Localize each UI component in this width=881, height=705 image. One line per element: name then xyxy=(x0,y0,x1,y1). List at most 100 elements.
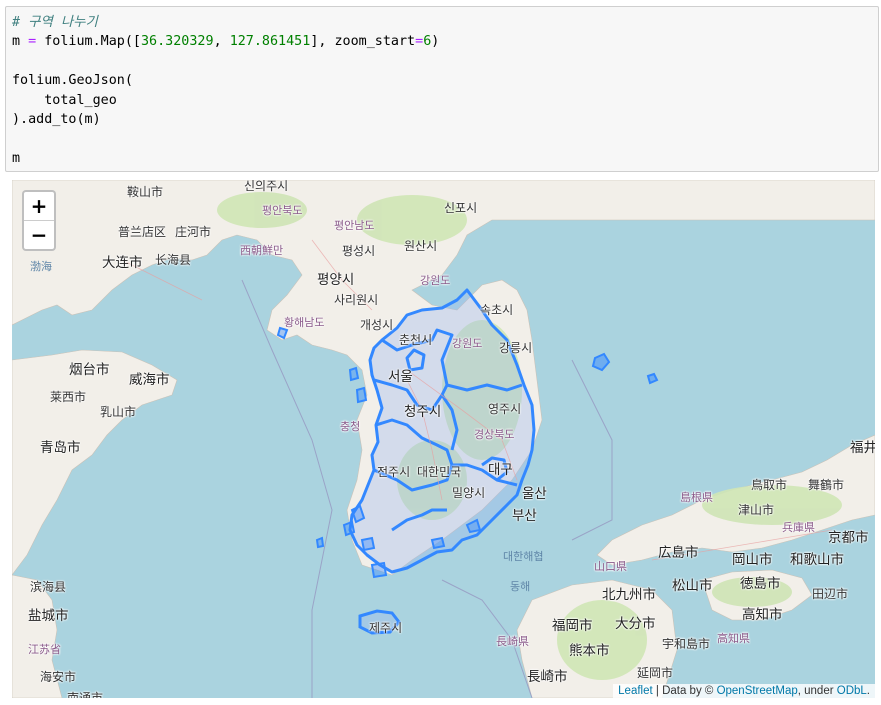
place-label: 대한해협 xyxy=(503,550,544,563)
place-label: 京都市 xyxy=(828,530,869,546)
place-label: 田辺市 xyxy=(812,587,849,601)
place-label: 長崎県 xyxy=(496,635,529,648)
code-token: m xyxy=(12,34,29,50)
leaflet-link[interactable]: Leaflet xyxy=(618,685,653,697)
place-label: 鳥取市 xyxy=(751,478,788,492)
place-label: 熊本市 xyxy=(569,643,610,659)
place-label: 충청 xyxy=(340,420,361,433)
place-label: 신포시 xyxy=(444,201,478,215)
place-label: 鞍山市 xyxy=(127,185,164,199)
place-label: 부산 xyxy=(512,508,537,524)
place-label: 영주시 xyxy=(488,402,522,416)
code-line: folium.GeoJson( xyxy=(12,71,439,90)
code-token: folium.GeoJson( xyxy=(12,73,133,89)
place-label: 乳山市 xyxy=(100,405,137,419)
place-label: 강릉시 xyxy=(499,341,533,355)
place-label: 青岛市 xyxy=(40,440,81,456)
place-label: 사리원시 xyxy=(334,293,379,307)
attribution: Leaflet | Data by © OpenStreetMap, under… xyxy=(613,684,875,698)
code-token: ], zoom_start xyxy=(310,34,416,50)
place-label: 제주시 xyxy=(369,621,403,635)
place-label: 庄河市 xyxy=(175,225,212,239)
place-label: 밀양시 xyxy=(452,486,486,500)
place-label: 개성시 xyxy=(360,318,394,332)
place-label: 長崎市 xyxy=(527,669,568,685)
zoom-out-button[interactable]: − xyxy=(24,221,54,249)
code-token: = xyxy=(28,34,37,50)
place-label: 전주시 xyxy=(377,465,411,479)
place-label: 울산 xyxy=(522,486,547,502)
place-label: 普兰店区 xyxy=(118,225,167,239)
code-token: , xyxy=(213,34,230,50)
place-label: 莱西市 xyxy=(50,390,87,404)
place-label: 长海县 xyxy=(155,253,192,267)
place-label: 평양시 xyxy=(317,272,355,288)
place-label: 경상북도 xyxy=(474,428,515,441)
code-line: # 구역 나누기 xyxy=(12,13,439,32)
place-label: 山口県 xyxy=(594,560,627,573)
code-line: ).add_to(m) xyxy=(12,110,439,129)
place-label: 원산시 xyxy=(404,239,438,253)
code-line: m = folium.Map([36.320329, 127.861451], … xyxy=(12,32,439,51)
place-label: 北九州市 xyxy=(602,587,656,603)
place-label: 烟台市 xyxy=(69,362,110,378)
place-label: 南通市 xyxy=(67,691,104,698)
place-label: 島根県 xyxy=(680,491,713,504)
code-token: folium.Map([ xyxy=(36,34,141,50)
place-label: 대구 xyxy=(488,462,513,478)
place-label: 신의주시 xyxy=(244,180,289,193)
code-token: ).add_to(m) xyxy=(12,112,101,128)
code-token: 127.861451 xyxy=(229,34,311,50)
place-label: 広島市 xyxy=(658,545,699,561)
place-label: 춘천시 xyxy=(399,333,433,347)
place-label: 岡山市 xyxy=(732,552,773,568)
code-token: m xyxy=(12,150,21,166)
place-label: 威海市 xyxy=(129,372,170,388)
place-label: 西朝鮮만 xyxy=(240,244,284,257)
odbl-link[interactable]: ODbL xyxy=(837,685,867,697)
code-token: # 구역 나누기 xyxy=(12,15,98,30)
place-label: 속초시 xyxy=(480,303,514,317)
zoom-control: + − xyxy=(22,190,56,251)
place-label: 津山市 xyxy=(738,503,775,517)
dokdo-island xyxy=(646,372,659,385)
place-label: 大连市 xyxy=(102,255,143,271)
place-label: 서울 xyxy=(388,369,413,385)
place-label: 福井 xyxy=(850,440,875,456)
place-label: 高知市 xyxy=(742,607,783,623)
code-editor[interactable]: # 구역 나누기 m = folium.Map([36.320329, 127.8… xyxy=(12,13,439,168)
place-label: 高知県 xyxy=(717,632,750,645)
attribution-text: , under xyxy=(797,685,837,697)
place-label: 兵庫県 xyxy=(782,521,815,534)
map-output[interactable]: 신의주시 평안북도 평안남도 평성시 원산시 평양시 강원도 사리원시 황해남도… xyxy=(12,180,875,698)
attribution-text: . xyxy=(866,685,870,697)
code-token: 36.320329 xyxy=(141,34,214,50)
place-label: 강원도 xyxy=(420,274,451,287)
place-label: 盐城市 xyxy=(28,608,69,624)
openstreetmap-link[interactable]: OpenStreetMap xyxy=(717,685,798,697)
code-token: total_geo xyxy=(12,92,117,108)
place-label: 동해 xyxy=(510,580,531,593)
place-label: 延岡市 xyxy=(637,666,674,680)
zoom-in-button[interactable]: + xyxy=(24,192,54,221)
place-label: 강원도 xyxy=(452,337,483,350)
place-label: 渤海 xyxy=(30,260,52,273)
code-token: = xyxy=(415,34,424,50)
place-label: 평성시 xyxy=(342,244,376,258)
place-label: 大分市 xyxy=(615,616,656,632)
place-label: 평안남도 xyxy=(334,219,375,232)
place-label: 청주시 xyxy=(404,404,442,420)
place-label: 宇和島市 xyxy=(662,637,711,651)
code-token: ) xyxy=(431,34,440,50)
code-line: total_geo xyxy=(12,91,439,110)
place-label: 海安市 xyxy=(40,670,77,684)
place-label: 평안북도 xyxy=(262,204,303,217)
place-label: 대한민국 xyxy=(417,465,462,479)
place-label: 松山市 xyxy=(672,578,713,594)
place-label: 徳島市 xyxy=(740,576,781,592)
code-cell[interactable]: # 구역 나누기 m = folium.Map([36.320329, 127.8… xyxy=(5,6,879,172)
code-line: m xyxy=(12,149,439,168)
place-label: 福岡市 xyxy=(552,618,593,634)
